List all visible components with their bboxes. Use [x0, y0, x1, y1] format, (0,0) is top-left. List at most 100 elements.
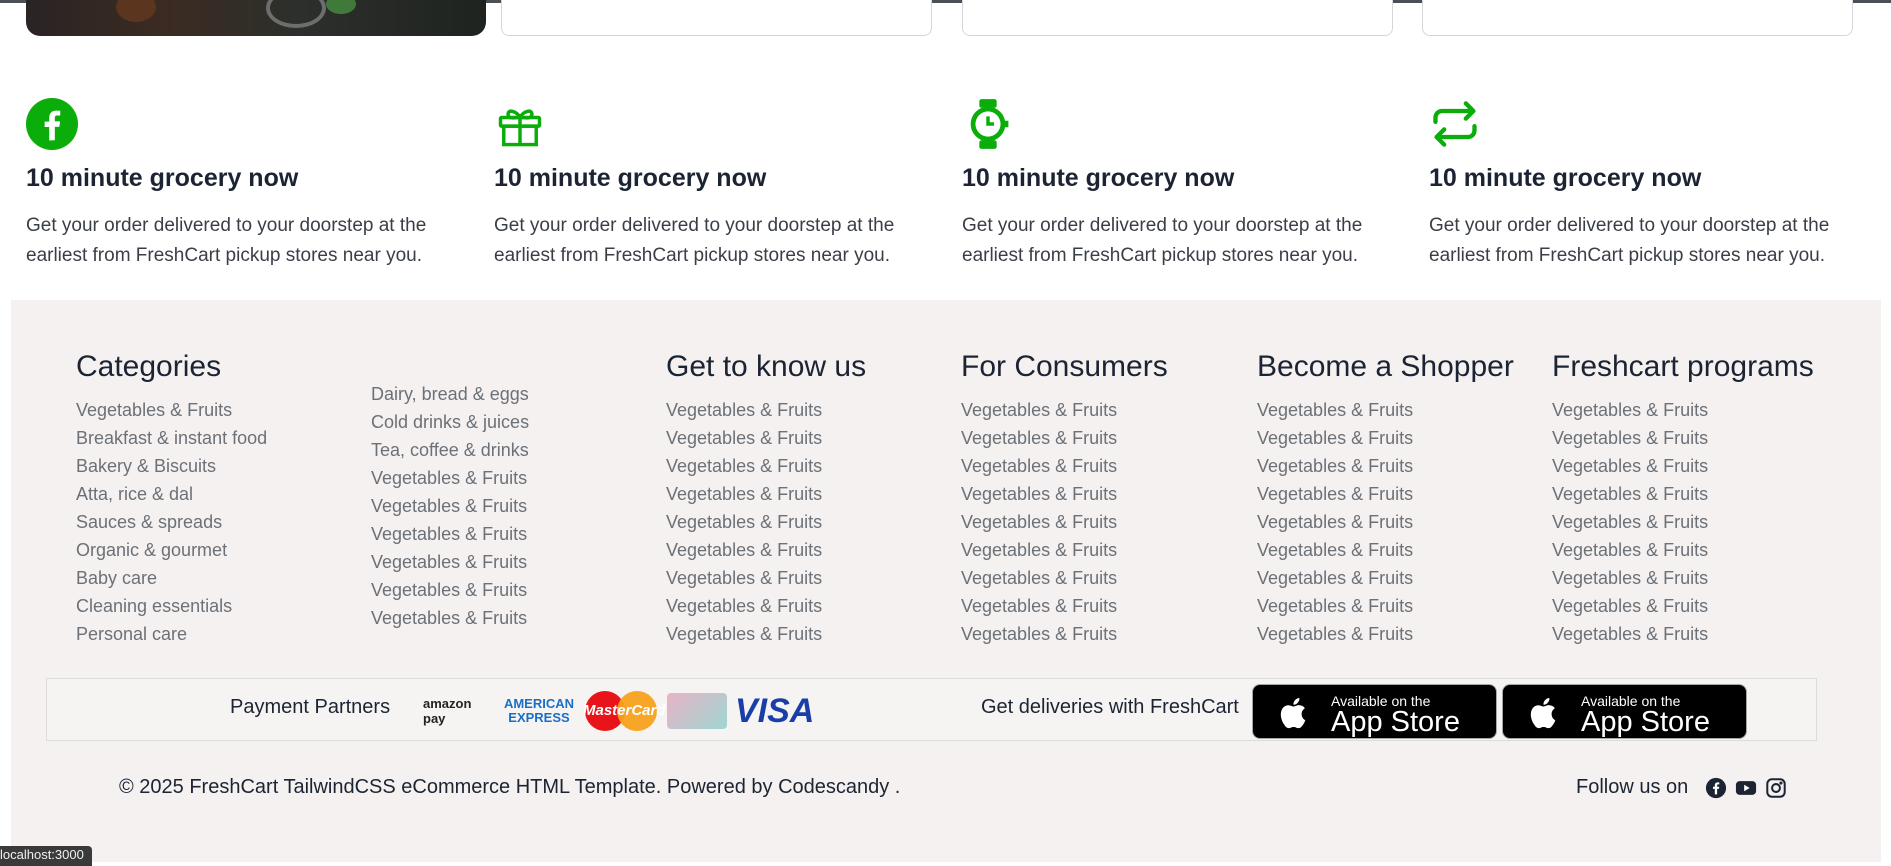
- footer-link[interactable]: Vegetables & Fruits: [961, 452, 1168, 480]
- mastercard-text: MasterCard: [583, 702, 666, 719]
- footer-col-consumers: For Consumers Vegetables & Fruits Vegeta…: [961, 350, 1168, 648]
- footer-link[interactable]: Sauces & spreads: [76, 508, 267, 536]
- footer-heading: Become a Shopper: [1257, 350, 1514, 383]
- footer-link[interactable]: Vegetables & Fruits: [1257, 564, 1514, 592]
- feature-block: 10 minute grocery now Get your order del…: [26, 98, 466, 271]
- categories-list: Vegetables & Fruits Breakfast & instant …: [76, 396, 267, 648]
- card-placeholder[interactable]: [501, 0, 932, 36]
- footer-heading: Get to know us: [666, 350, 867, 383]
- footer-link[interactable]: Vegetables & Fruits: [371, 520, 529, 548]
- footer-link[interactable]: Vegetables & Fruits: [961, 508, 1168, 536]
- footer-link[interactable]: Vegetables & Fruits: [1552, 508, 1814, 536]
- card-image[interactable]: [26, 0, 486, 36]
- footer-link[interactable]: Breakfast & instant food: [76, 424, 267, 452]
- footer-link[interactable]: Vegetables & Fruits: [666, 480, 866, 508]
- feature-text: Get your order delivered to your doorste…: [26, 215, 427, 266]
- footer-link[interactable]: Vegetables & Fruits: [961, 536, 1168, 564]
- footer-link[interactable]: Vegetables & Fruits: [1552, 396, 1814, 424]
- footer-link[interactable]: Vegetables & Fruits: [1257, 592, 1514, 620]
- card-placeholder[interactable]: [1422, 0, 1853, 36]
- footer-link[interactable]: Dairy, bread & eggs: [371, 380, 529, 408]
- footer-link[interactable]: Vegetables & Fruits: [961, 564, 1168, 592]
- feature-title: 10 minute grocery now: [494, 164, 767, 192]
- footer-link[interactable]: Atta, rice & dal: [76, 480, 267, 508]
- product-cards-row: [0, 0, 1891, 40]
- footer-link[interactable]: Vegetables & Fruits: [1552, 536, 1814, 564]
- app-store-big-text: App Store: [1581, 706, 1710, 738]
- footer-link[interactable]: Vegetables & Fruits: [666, 564, 866, 592]
- footer-link[interactable]: Vegetables & Fruits: [666, 452, 866, 480]
- footer-link[interactable]: Vegetables & Fruits: [1257, 424, 1514, 452]
- facebook-icon[interactable]: [1705, 777, 1727, 799]
- footer-link[interactable]: Vegetables & Fruits: [666, 536, 866, 564]
- feature-text: Get your order delivered to your doorste…: [962, 215, 1363, 266]
- card-placeholder[interactable]: [962, 0, 1393, 36]
- payment-bar: Payment Partners amazon pay AMERICAN EXP…: [46, 678, 1817, 741]
- visa-logo: VISA: [735, 691, 815, 730]
- feature-text: Get your order delivered to your doorste…: [1429, 215, 1830, 266]
- footer-link[interactable]: Vegetables & Fruits: [371, 576, 529, 604]
- app-store-button[interactable]: Available on the App Store: [1252, 684, 1497, 739]
- categories-list: Dairy, bread & eggs Cold drinks & juices…: [371, 380, 529, 632]
- payment-logos: amazon pay AMERICAN EXPRESS MasterCard V…: [423, 689, 815, 733]
- footer-link[interactable]: Vegetables & Fruits: [961, 620, 1168, 648]
- footer-link[interactable]: Vegetables & Fruits: [961, 592, 1168, 620]
- footer-heading: Categories: [76, 350, 222, 383]
- feature-title: 10 minute grocery now: [1429, 164, 1702, 192]
- feature-block: 10 minute grocery now Get your order del…: [962, 98, 1402, 271]
- footer-list: Vegetables & Fruits Vegetables & Fruits …: [961, 396, 1168, 648]
- partner-logo: [667, 693, 727, 729]
- feature-block: 10 minute grocery now Get your order del…: [1429, 98, 1869, 271]
- footer-link[interactable]: Vegetables & Fruits: [1552, 564, 1814, 592]
- footer-link[interactable]: Vegetables & Fruits: [666, 620, 866, 648]
- footer-link[interactable]: Vegetables & Fruits: [666, 508, 866, 536]
- footer-link[interactable]: Vegetables & Fruits: [666, 424, 866, 452]
- footer-col-categories: Categories Vegetables & Fruits Breakfast…: [76, 350, 267, 648]
- footer-link[interactable]: Vegetables & Fruits: [1552, 620, 1814, 648]
- footer-link[interactable]: Vegetables & Fruits: [666, 396, 866, 424]
- footer-link[interactable]: Bakery & Biscuits: [76, 452, 267, 480]
- footer-link[interactable]: Baby care: [76, 564, 267, 592]
- footer-link[interactable]: Personal care: [76, 620, 267, 648]
- footer-link[interactable]: Vegetables & Fruits: [1257, 620, 1514, 648]
- footer: Categories Vegetables & Fruits Breakfast…: [11, 300, 1881, 862]
- footer-link[interactable]: Vegetables & Fruits: [1257, 536, 1514, 564]
- footer-link[interactable]: Vegetables & Fruits: [371, 548, 529, 576]
- footer-link[interactable]: Organic & gourmet: [76, 536, 267, 564]
- footer-col-shopper: Become a Shopper Vegetables & Fruits Veg…: [1257, 350, 1514, 648]
- apple-icon: [1530, 698, 1556, 729]
- footer-list: Vegetables & Fruits Vegetables & Fruits …: [1257, 396, 1514, 648]
- feature-block: 10 minute grocery now Get your order del…: [494, 98, 934, 271]
- footer-link[interactable]: Vegetables & Fruits: [1257, 480, 1514, 508]
- footer-col-get-to-know: Get to know us Vegetables & Fruits Veget…: [666, 350, 866, 648]
- footer-link[interactable]: Vegetables & Fruits: [371, 492, 529, 520]
- footer-list: Vegetables & Fruits Vegetables & Fruits …: [666, 396, 866, 648]
- footer-link[interactable]: Vegetables & Fruits: [371, 604, 529, 632]
- footer-link[interactable]: Cold drinks & juices: [371, 408, 529, 436]
- footer-link[interactable]: Vegetables & Fruits: [961, 424, 1168, 452]
- footer-link[interactable]: Tea, coffee & drinks: [371, 436, 529, 464]
- footer-link[interactable]: Cleaning essentials: [76, 592, 267, 620]
- apple-icon: [1280, 698, 1306, 729]
- footer-link[interactable]: Vegetables & Fruits: [1257, 452, 1514, 480]
- footer-link[interactable]: Vegetables & Fruits: [371, 464, 529, 492]
- footer-link[interactable]: Vegetables & Fruits: [1552, 452, 1814, 480]
- footer-link[interactable]: Vegetables & Fruits: [1552, 480, 1814, 508]
- footer-link[interactable]: Vegetables & Fruits: [1552, 592, 1814, 620]
- footer-link[interactable]: Vegetables & Fruits: [961, 480, 1168, 508]
- footer-heading: For Consumers: [961, 350, 1168, 383]
- facebook-icon: [26, 98, 78, 150]
- footer-link[interactable]: Vegetables & Fruits: [76, 396, 267, 424]
- instagram-icon[interactable]: [1765, 777, 1787, 799]
- footer-link[interactable]: Vegetables & Fruits: [1552, 424, 1814, 452]
- feature-title: 10 minute grocery now: [26, 164, 299, 192]
- footer-heading: Freshcart programs: [1552, 350, 1814, 383]
- app-store-button[interactable]: Available on the App Store: [1502, 684, 1747, 739]
- footer-link[interactable]: Vegetables & Fruits: [666, 592, 866, 620]
- copyright-text: © 2025 FreshCart TailwindCSS eCommerce H…: [119, 776, 901, 798]
- youtube-icon[interactable]: [1735, 777, 1757, 799]
- footer-link[interactable]: Vegetables & Fruits: [1257, 508, 1514, 536]
- amazon-pay-logo: amazon pay: [423, 696, 472, 726]
- footer-link[interactable]: Vegetables & Fruits: [961, 396, 1168, 424]
- footer-link[interactable]: Vegetables & Fruits: [1257, 396, 1514, 424]
